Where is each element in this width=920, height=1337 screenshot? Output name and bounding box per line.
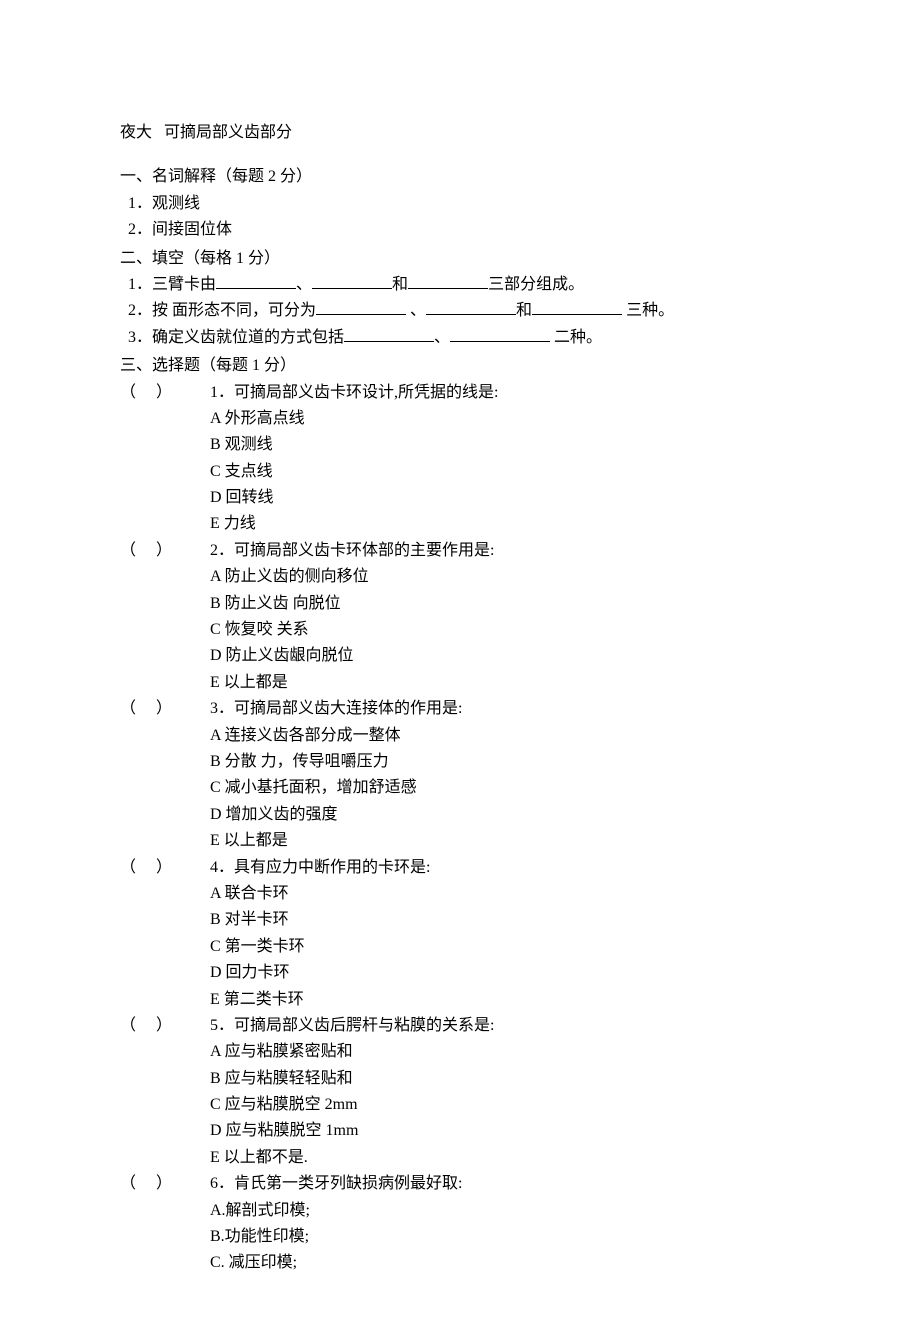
title-main: 可摘局部义齿部分 [164,124,292,141]
q3-option-e: E 以上都是 [120,828,800,854]
fill1-sep2: 和 [392,276,408,293]
document-page: 夜大 可摘局部义齿部分 一、名词解释（每题 2 分） 1．观测线 2．间接固位体… [0,0,920,1337]
q4-option-d: D 回力卡环 [120,960,800,986]
q1-option-a: A 外形高点线 [120,406,800,432]
q2-option-e: E 以上都是 [120,670,800,696]
section2-item-2: 2．按 面形态不同，可分为 、 和 三种。 [120,298,800,324]
q4-option-e: E 第二类卡环 [120,987,800,1013]
q6-stem: 6．肯氏第一类牙列缺损病例最好取: [210,1171,800,1197]
q2-option-d: D 防止义齿龈向脱位 [120,643,800,669]
fill3-blank-2 [450,325,550,342]
fill2-pre: 按 面形态不同，可分为 [152,302,316,319]
q3-stem: 3．可摘局部义齿大连接体的作用是: [210,696,800,722]
q4-option-c: C 第一类卡环 [120,934,800,960]
q2-stem: 2．可摘局部义齿卡环体部的主要作用是: [210,538,800,564]
section3-heading: 三、选择题（每题 1 分） [120,353,800,379]
q3-option-a: A 连接义齿各部分成一整体 [120,723,800,749]
question-5: （ ） 5．可摘局部义齿后腭杆与粘膜的关系是: [120,1013,800,1039]
fill1-sep1: 、 [296,276,312,293]
q6-option-b: B.功能性印模; [120,1224,800,1250]
q6-paren: （ ） [120,1171,210,1197]
fill2-sep2: 和 [516,302,532,319]
fill3-sep1: 、 [434,329,450,346]
section2-item-3: 3．确定义齿就位道的方式包括 、 二种。 [120,325,800,351]
q1-stem: 1．可摘局部义齿卡环设计,所凭据的线是: [210,380,800,406]
q3-option-b: B 分散 力，传导咀嚼压力 [120,749,800,775]
q1-option-b: B 观测线 [120,432,800,458]
q4-option-a: A 联合卡环 [120,881,800,907]
q3-paren: （ ） [120,696,210,722]
section1-heading: 一、名词解释（每题 2 分） [120,164,800,190]
q4-paren: （ ） [120,855,210,881]
fill2-sep1: 、 [406,302,426,319]
q5-option-a: A 应与粘膜紧密贴和 [120,1039,800,1065]
fill3-pre: 确定义齿就位道的方式包括 [152,329,344,346]
title-prefix: 夜大 [120,124,152,141]
section1-item-2: 2．间接固位体 [120,217,800,243]
q5-option-d: D 应与粘膜脱空 1mm [120,1118,800,1144]
q3-option-d: D 增加义齿的强度 [120,802,800,828]
fill1-num: 1． [128,276,152,293]
fill1-blank-3 [408,272,488,289]
fill3-tail: 二种。 [550,329,602,346]
q5-option-c: C 应与粘膜脱空 2mm [120,1092,800,1118]
section2-heading: 二、填空（每格 1 分） [120,246,800,272]
q5-stem: 5．可摘局部义齿后腭杆与粘膜的关系是: [210,1013,800,1039]
q2-option-c: C 恢复咬 关系 [120,617,800,643]
q5-option-e: E 以上都不是. [120,1145,800,1171]
q6-option-c: C. 减压印模; [120,1250,800,1276]
fill1-tail: 三部分组成。 [488,276,584,293]
fill1-pre: 三臂卡由 [152,276,216,293]
question-1: （ ） 1．可摘局部义齿卡环设计,所凭据的线是: [120,380,800,406]
q1-option-e: E 力线 [120,511,800,537]
q5-option-b: B 应与粘膜轻轻贴和 [120,1066,800,1092]
q2-option-b: B 防止义齿 向脱位 [120,591,800,617]
q5-paren: （ ） [120,1013,210,1039]
fill1-blank-2 [312,272,392,289]
q2-paren: （ ） [120,538,210,564]
q4-option-b: B 对半卡环 [120,907,800,933]
fill2-blank-3 [532,298,622,315]
document-title: 夜大 可摘局部义齿部分 [120,120,800,146]
fill1-blank-1 [216,272,296,289]
question-6: （ ） 6．肯氏第一类牙列缺损病例最好取: [120,1171,800,1197]
question-4: （ ） 4．具有应力中断作用的卡环是: [120,855,800,881]
fill3-num: 3． [128,329,152,346]
q1-paren: （ ） [120,380,210,406]
fill2-num: 2． [128,302,152,319]
question-3: （ ） 3．可摘局部义齿大连接体的作用是: [120,696,800,722]
fill2-tail: 三种。 [622,302,674,319]
fill3-blank-1 [344,325,434,342]
fill2-blank-2 [426,298,516,315]
question-2: （ ） 2．可摘局部义齿卡环体部的主要作用是: [120,538,800,564]
q4-stem: 4．具有应力中断作用的卡环是: [210,855,800,881]
q6-option-a: A.解剖式印模; [120,1198,800,1224]
q3-option-c: C 减小基托面积，增加舒适感 [120,775,800,801]
section1-item-1: 1．观测线 [120,191,800,217]
fill2-blank-1 [316,298,406,315]
q1-option-d: D 回转线 [120,485,800,511]
section2-item-1: 1．三臂卡由 、 和 三部分组成。 [120,272,800,298]
q1-option-c: C 支点线 [120,459,800,485]
q2-option-a: A 防止义齿的侧向移位 [120,564,800,590]
